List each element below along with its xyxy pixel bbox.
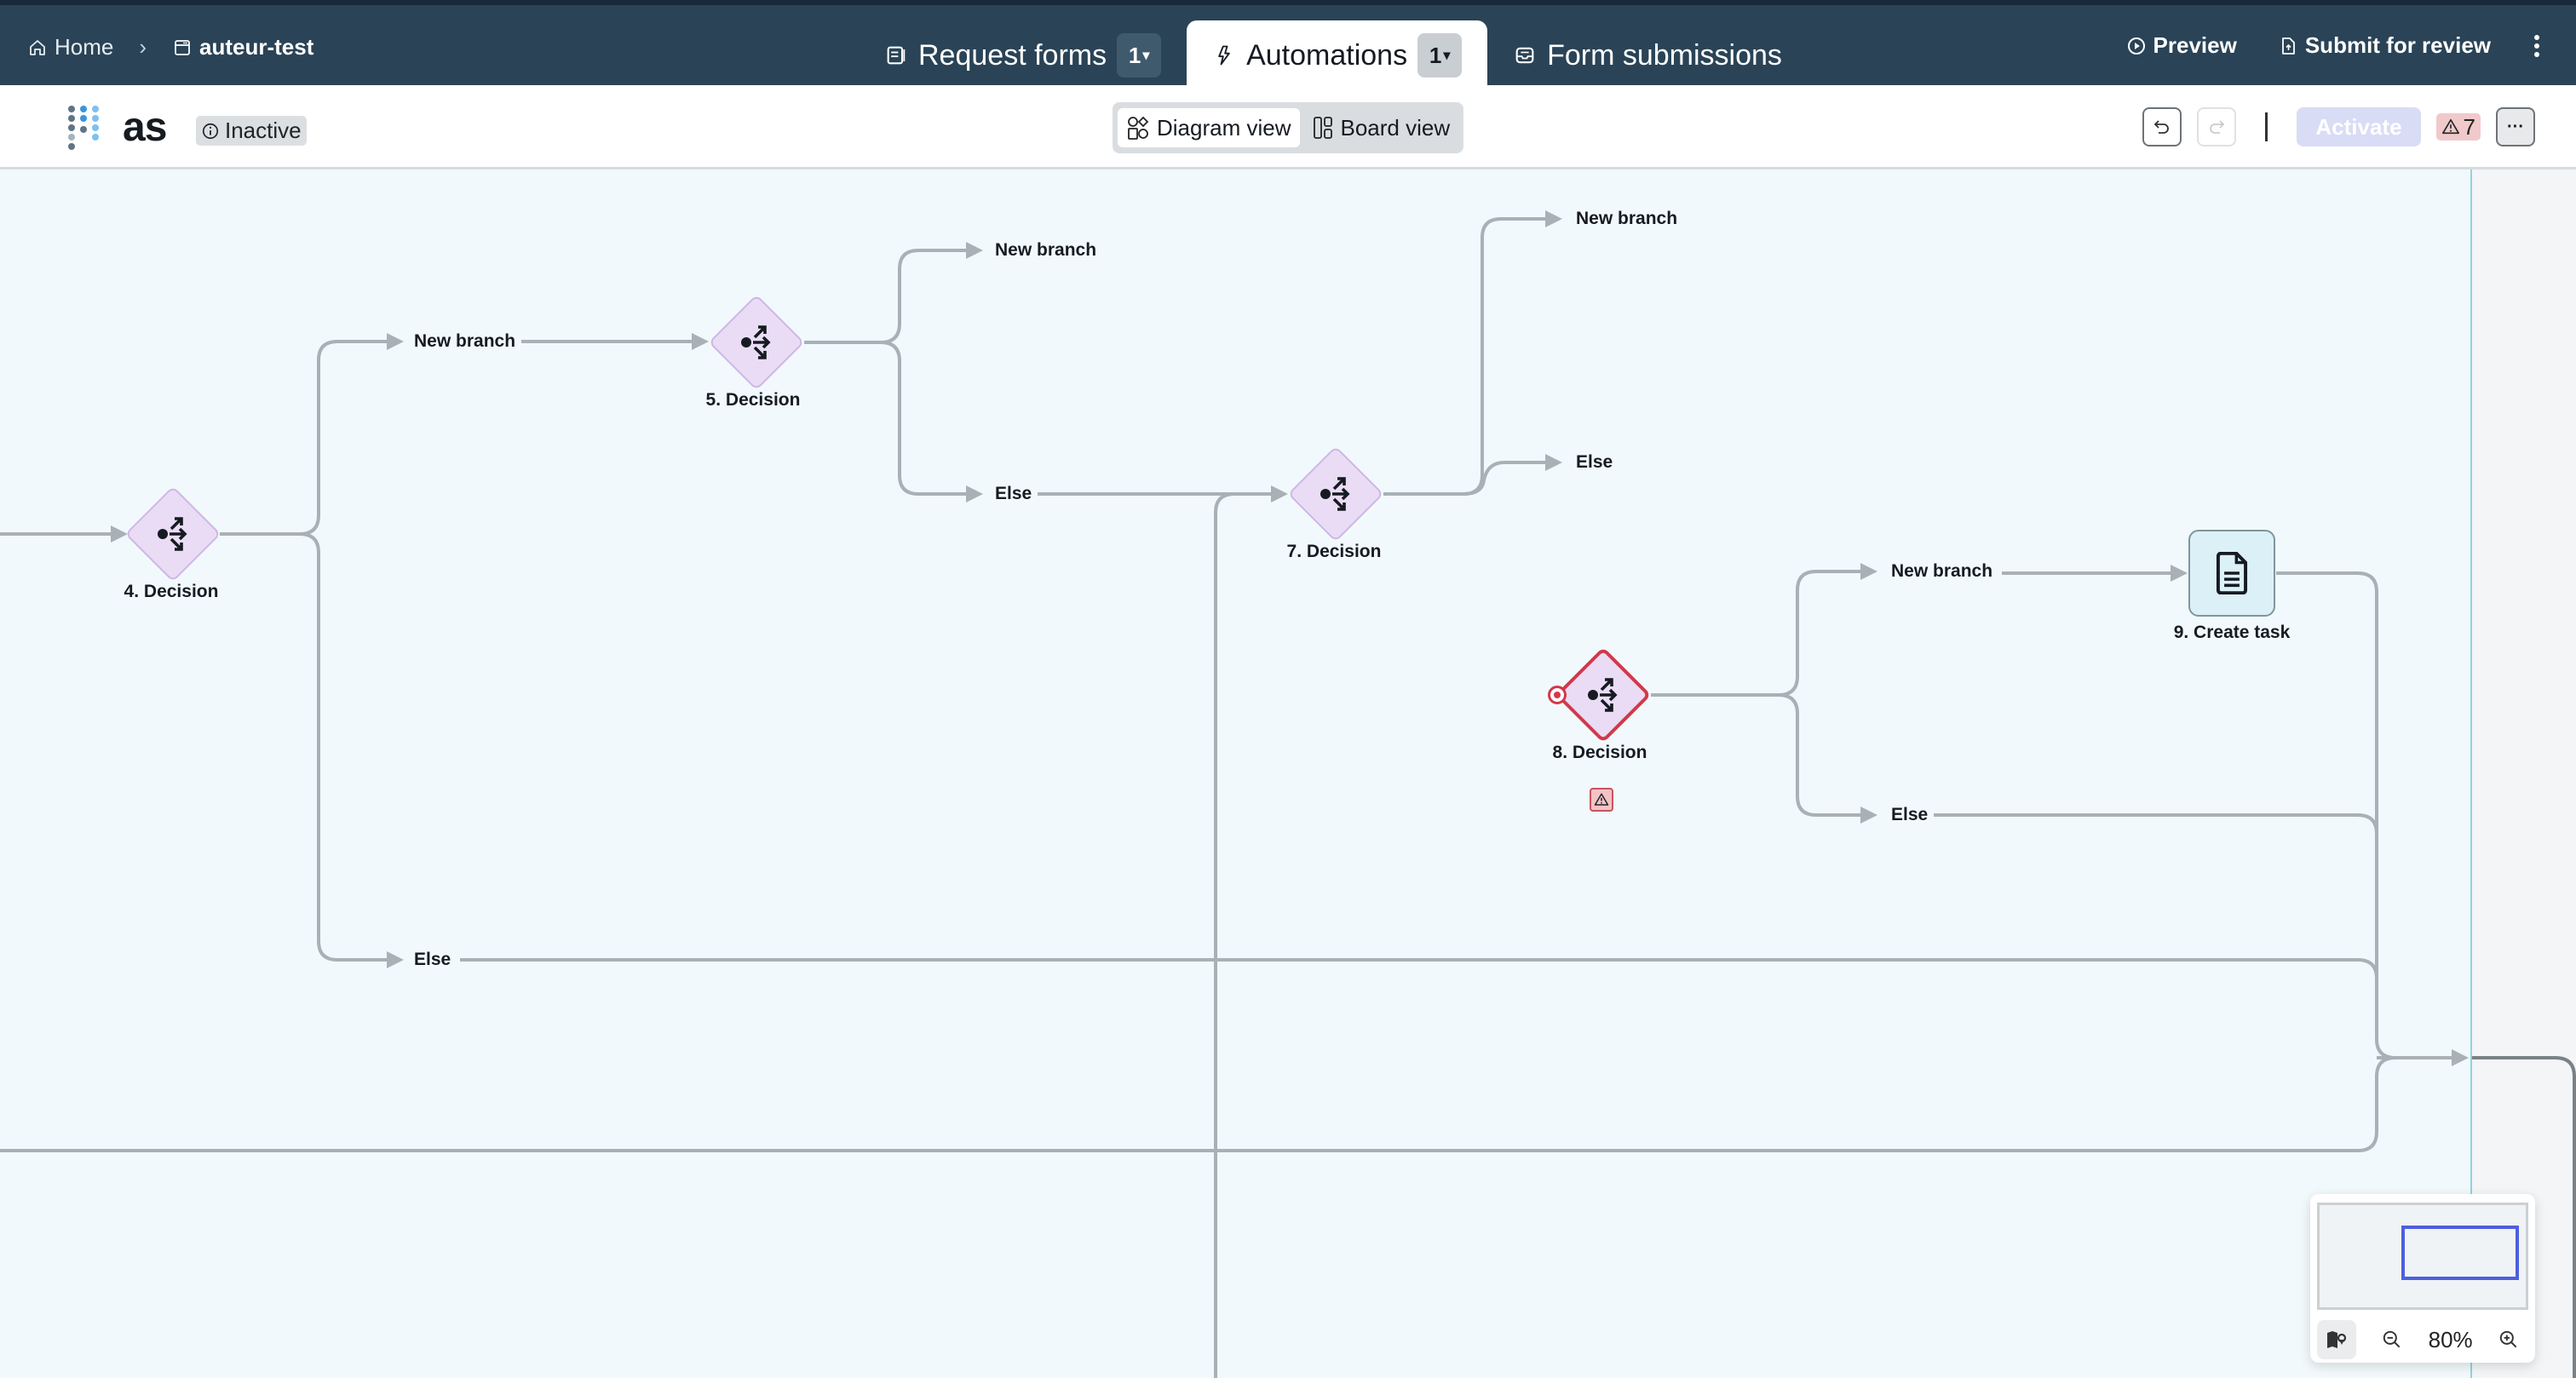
edge-decision-4-new-branch [220, 340, 394, 536]
edge-vertical-into-decision-7 [1214, 492, 1235, 1378]
arrowhead [1545, 454, 1562, 471]
arrowhead [966, 242, 983, 259]
branch-label-d8-else[interactable]: Else [1888, 805, 1932, 825]
minimap-overview[interactable] [2317, 1203, 2528, 1310]
arrowhead [2452, 1049, 2469, 1066]
arrowhead [1271, 485, 1288, 502]
arrowhead [111, 525, 128, 543]
minimap-panel: 80% [2310, 1194, 2535, 1363]
decision-split-icon [741, 325, 771, 359]
edge-decision-8-else [1778, 693, 1867, 817]
node-warning-indicator[interactable] [1590, 788, 1613, 812]
arrowhead [692, 333, 709, 350]
arrowhead [387, 333, 404, 350]
arrowhead [1860, 563, 1877, 580]
branch-label-d5-else[interactable]: Else [992, 484, 1036, 504]
unconnected-input-handle[interactable] [1548, 686, 1567, 704]
arrowhead [1860, 807, 1877, 824]
map-icon [2327, 1331, 2347, 1348]
document-icon [2216, 552, 2248, 594]
zoom-level: 80% [2428, 1326, 2473, 1352]
branch-label-d4-else[interactable]: Else [411, 950, 455, 970]
decision-split-icon [158, 517, 187, 551]
decision-node-4-label: 4. Decision [124, 582, 219, 601]
edge-decision-8-new-branch [1651, 570, 1867, 697]
arrowhead [387, 951, 404, 968]
create-task-node-9-label: 9. Create task [2173, 623, 2291, 642]
decision-node-8-label: 8. Decision [1552, 743, 1647, 762]
decision-split-icon [1320, 477, 1350, 511]
decision-node-5-label: 5. Decision [705, 390, 801, 410]
minimap-viewport[interactable] [2401, 1226, 2519, 1280]
zoom-out-button[interactable] [2372, 1320, 2412, 1359]
zoom-controls: 80% [2317, 1320, 2528, 1359]
zoom-out-icon [2383, 1330, 2401, 1348]
arrowhead [2171, 565, 2188, 582]
edge-decision-7-new-branch [1383, 217, 1552, 496]
zoom-in-button[interactable] [2489, 1320, 2528, 1359]
diagram-edges [0, 210, 2576, 1378]
toggle-minimap-button[interactable] [2317, 1320, 2356, 1359]
edge-decision-5-new-branch [804, 249, 973, 344]
task-shape [2188, 530, 2275, 617]
arrowhead [1545, 210, 1562, 227]
arrowhead [966, 485, 983, 502]
edge-decision-4-else [299, 532, 394, 962]
warning-icon [1594, 793, 1609, 806]
decision-node-7-label: 7. Decision [1286, 542, 1382, 561]
edge-decision-5-else [880, 341, 973, 496]
decision-split-icon [1588, 678, 1618, 712]
branch-label-d8-new[interactable]: New branch [1888, 561, 1997, 582]
edge-bottom-merge [0, 1056, 2396, 1152]
branch-label-d7-new[interactable]: New branch [1573, 209, 1682, 229]
branch-label-d5-new[interactable]: New branch [992, 240, 1101, 261]
edge-decision-4-else-merge [460, 958, 2378, 979]
edge-decision-8-else-merge [1934, 813, 2378, 835]
branch-label-d4-new[interactable]: New branch [411, 331, 520, 352]
branch-label-d7-else[interactable]: Else [1573, 452, 1617, 473]
zoom-in-icon [2499, 1330, 2517, 1348]
